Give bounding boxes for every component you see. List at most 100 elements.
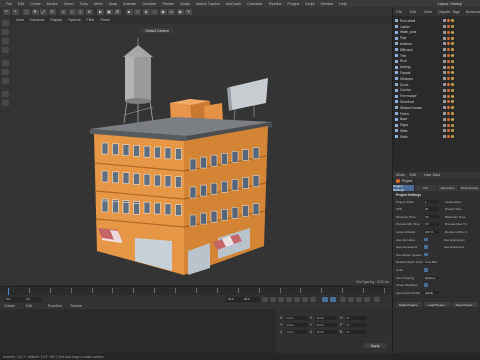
z-axis-icon[interactable]: Z: [77, 8, 84, 15]
array-icon[interactable]: ⁘: [151, 8, 158, 15]
menu-item[interactable]: Mesh: [94, 2, 103, 6]
phong-tag-icon[interactable]: [451, 83, 455, 87]
phong-tag-icon[interactable]: [451, 129, 455, 133]
material-tag-icon[interactable]: [447, 54, 451, 58]
object-row[interactable]: Ladder: [395, 24, 479, 30]
menu-item[interactable]: Pipeline: [269, 2, 282, 6]
material-menu-item[interactable]: Edit: [26, 304, 32, 308]
material-tag-icon[interactable]: [447, 100, 451, 104]
visibility-toggle[interactable]: [443, 25, 446, 29]
phong-tag-icon[interactable]: [451, 71, 455, 75]
attribute-checkbox[interactable]: [424, 268, 428, 272]
object-name[interactable]: Antenna: [400, 42, 440, 46]
phong-tag-icon[interactable]: [451, 100, 455, 104]
texture-mode-icon[interactable]: [1, 38, 9, 44]
keyframe-selection-icon[interactable]: [340, 296, 346, 302]
object-name[interactable]: Ladder: [400, 25, 440, 29]
next-key-icon[interactable]: [302, 296, 308, 302]
undo-icon[interactable]: ↶: [3, 8, 10, 15]
phong-tag-icon[interactable]: [451, 117, 455, 121]
object-name[interactable]: Floors: [400, 112, 440, 116]
object-name[interactable]: Doors: [400, 83, 440, 87]
edges-mode-icon[interactable]: [1, 69, 9, 75]
visibility-toggle[interactable]: [443, 112, 446, 116]
model-mode-icon[interactable]: [1, 29, 9, 35]
phong-tag-icon[interactable]: [451, 30, 455, 34]
object-name[interactable]: Windows: [400, 77, 440, 81]
material-tag-icon[interactable]: [447, 36, 451, 40]
object-row[interactable]: Doors: [395, 82, 479, 88]
apply-button[interactable]: Apply: [364, 343, 386, 348]
coord-value-field[interactable]: 0 cm: [316, 315, 337, 320]
material-tag-icon[interactable]: [447, 30, 451, 34]
phong-tag-icon[interactable]: [451, 94, 455, 98]
coord-value-field[interactable]: 0 cm: [286, 329, 307, 334]
nurbs-icon[interactable]: ◈: [142, 8, 150, 15]
object-name[interactable]: Trim: [400, 54, 440, 58]
menu-item[interactable]: Window: [320, 2, 333, 6]
visibility-toggle[interactable]: [443, 106, 446, 110]
phong-tag-icon[interactable]: [451, 106, 455, 110]
attribute-tab[interactable]: Info: [415, 185, 437, 191]
menu-item[interactable]: Tools: [80, 2, 88, 6]
material-tag-icon[interactable]: [447, 94, 451, 98]
next-frame-icon[interactable]: [294, 296, 300, 302]
material-tag-icon[interactable]: [447, 112, 451, 116]
make-editable-icon[interactable]: [1, 20, 9, 26]
material-tag-icon[interactable]: [447, 88, 451, 92]
attribute-value-field[interactable]: 0 F: [424, 222, 439, 226]
object-manager-list[interactable]: Roof detail Ladder Water_tank Pipe Antenna Bi…: [393, 16, 480, 166]
object-row[interactable]: Cornice: [395, 88, 479, 94]
visibility-toggle[interactable]: [443, 54, 446, 58]
object-row[interactable]: Window frames: [395, 105, 479, 111]
menu-item[interactable]: Snap: [109, 2, 117, 6]
material-tag-icon[interactable]: [447, 42, 451, 46]
max-frame-field[interactable]: 90 F: [242, 296, 260, 302]
attribute-checkbox[interactable]: [424, 237, 428, 242]
coord-value-field[interactable]: 0 cm: [286, 315, 307, 320]
visibility-toggle[interactable]: [443, 123, 446, 127]
play-icon[interactable]: [286, 296, 292, 302]
object-name[interactable]: Billboard: [400, 48, 440, 52]
object-manager-menu-item[interactable]: Objects: [438, 10, 450, 14]
render-view-icon[interactable]: ▶: [97, 8, 104, 15]
rotation-key-icon[interactable]: [364, 296, 370, 302]
viewport-menu-item[interactable]: Cameras: [30, 18, 45, 22]
object-row[interactable]: Billboard: [395, 47, 479, 53]
coord-value-field[interactable]: 0 °: [346, 322, 367, 327]
object-row[interactable]: Facade: [395, 70, 479, 76]
material-tag-icon[interactable]: [447, 83, 451, 87]
camera-icon[interactable]: ◉: [176, 8, 184, 15]
object-row[interactable]: Windows: [395, 76, 479, 82]
attribute-tab[interactable]: Dynamics: [437, 185, 459, 191]
snap-icon[interactable]: [1, 91, 9, 97]
coord-system-icon[interactable]: ⊕: [85, 8, 93, 15]
attribute-value-field[interactable]: Medium: [424, 276, 439, 280]
attribute-tab[interactable]: Referencing: [459, 185, 480, 191]
object-name[interactable]: Storefront: [400, 100, 440, 104]
object-name[interactable]: Window frames: [400, 106, 440, 110]
material-tag-icon[interactable]: [447, 123, 451, 127]
material-menu-item[interactable]: Function: [48, 304, 62, 308]
menu-item[interactable]: Animate: [123, 2, 136, 6]
object-name[interactable]: Facade: [400, 71, 440, 75]
visibility-toggle[interactable]: [443, 129, 446, 133]
object-row[interactable]: Antenna: [395, 41, 479, 47]
material-tag-icon[interactable]: [447, 77, 451, 81]
prev-frame-icon[interactable]: [278, 296, 284, 302]
cube-icon[interactable]: ■: [125, 8, 133, 15]
object-manager-menu-item[interactable]: Tags: [452, 10, 460, 14]
viewport-menu-item[interactable]: Display: [50, 18, 62, 22]
coord-value-field[interactable]: 0 °: [346, 315, 367, 320]
material-menu-item[interactable]: Create: [4, 304, 15, 308]
material-tag-icon[interactable]: [447, 48, 451, 52]
visibility-toggle[interactable]: [443, 88, 446, 92]
object-manager-menu-item[interactable]: Bookmarks: [466, 10, 480, 14]
prev-key-icon[interactable]: [270, 296, 276, 302]
start-frame-field[interactable]: 0 F: [4, 296, 26, 302]
coord-value-field[interactable]: 0 °: [346, 329, 367, 334]
scale-key-icon[interactable]: [356, 296, 362, 302]
menu-item[interactable]: Plugins: [288, 2, 300, 6]
visibility-toggle[interactable]: [443, 71, 446, 75]
attribute-menu-item[interactable]: User Data: [424, 173, 440, 177]
